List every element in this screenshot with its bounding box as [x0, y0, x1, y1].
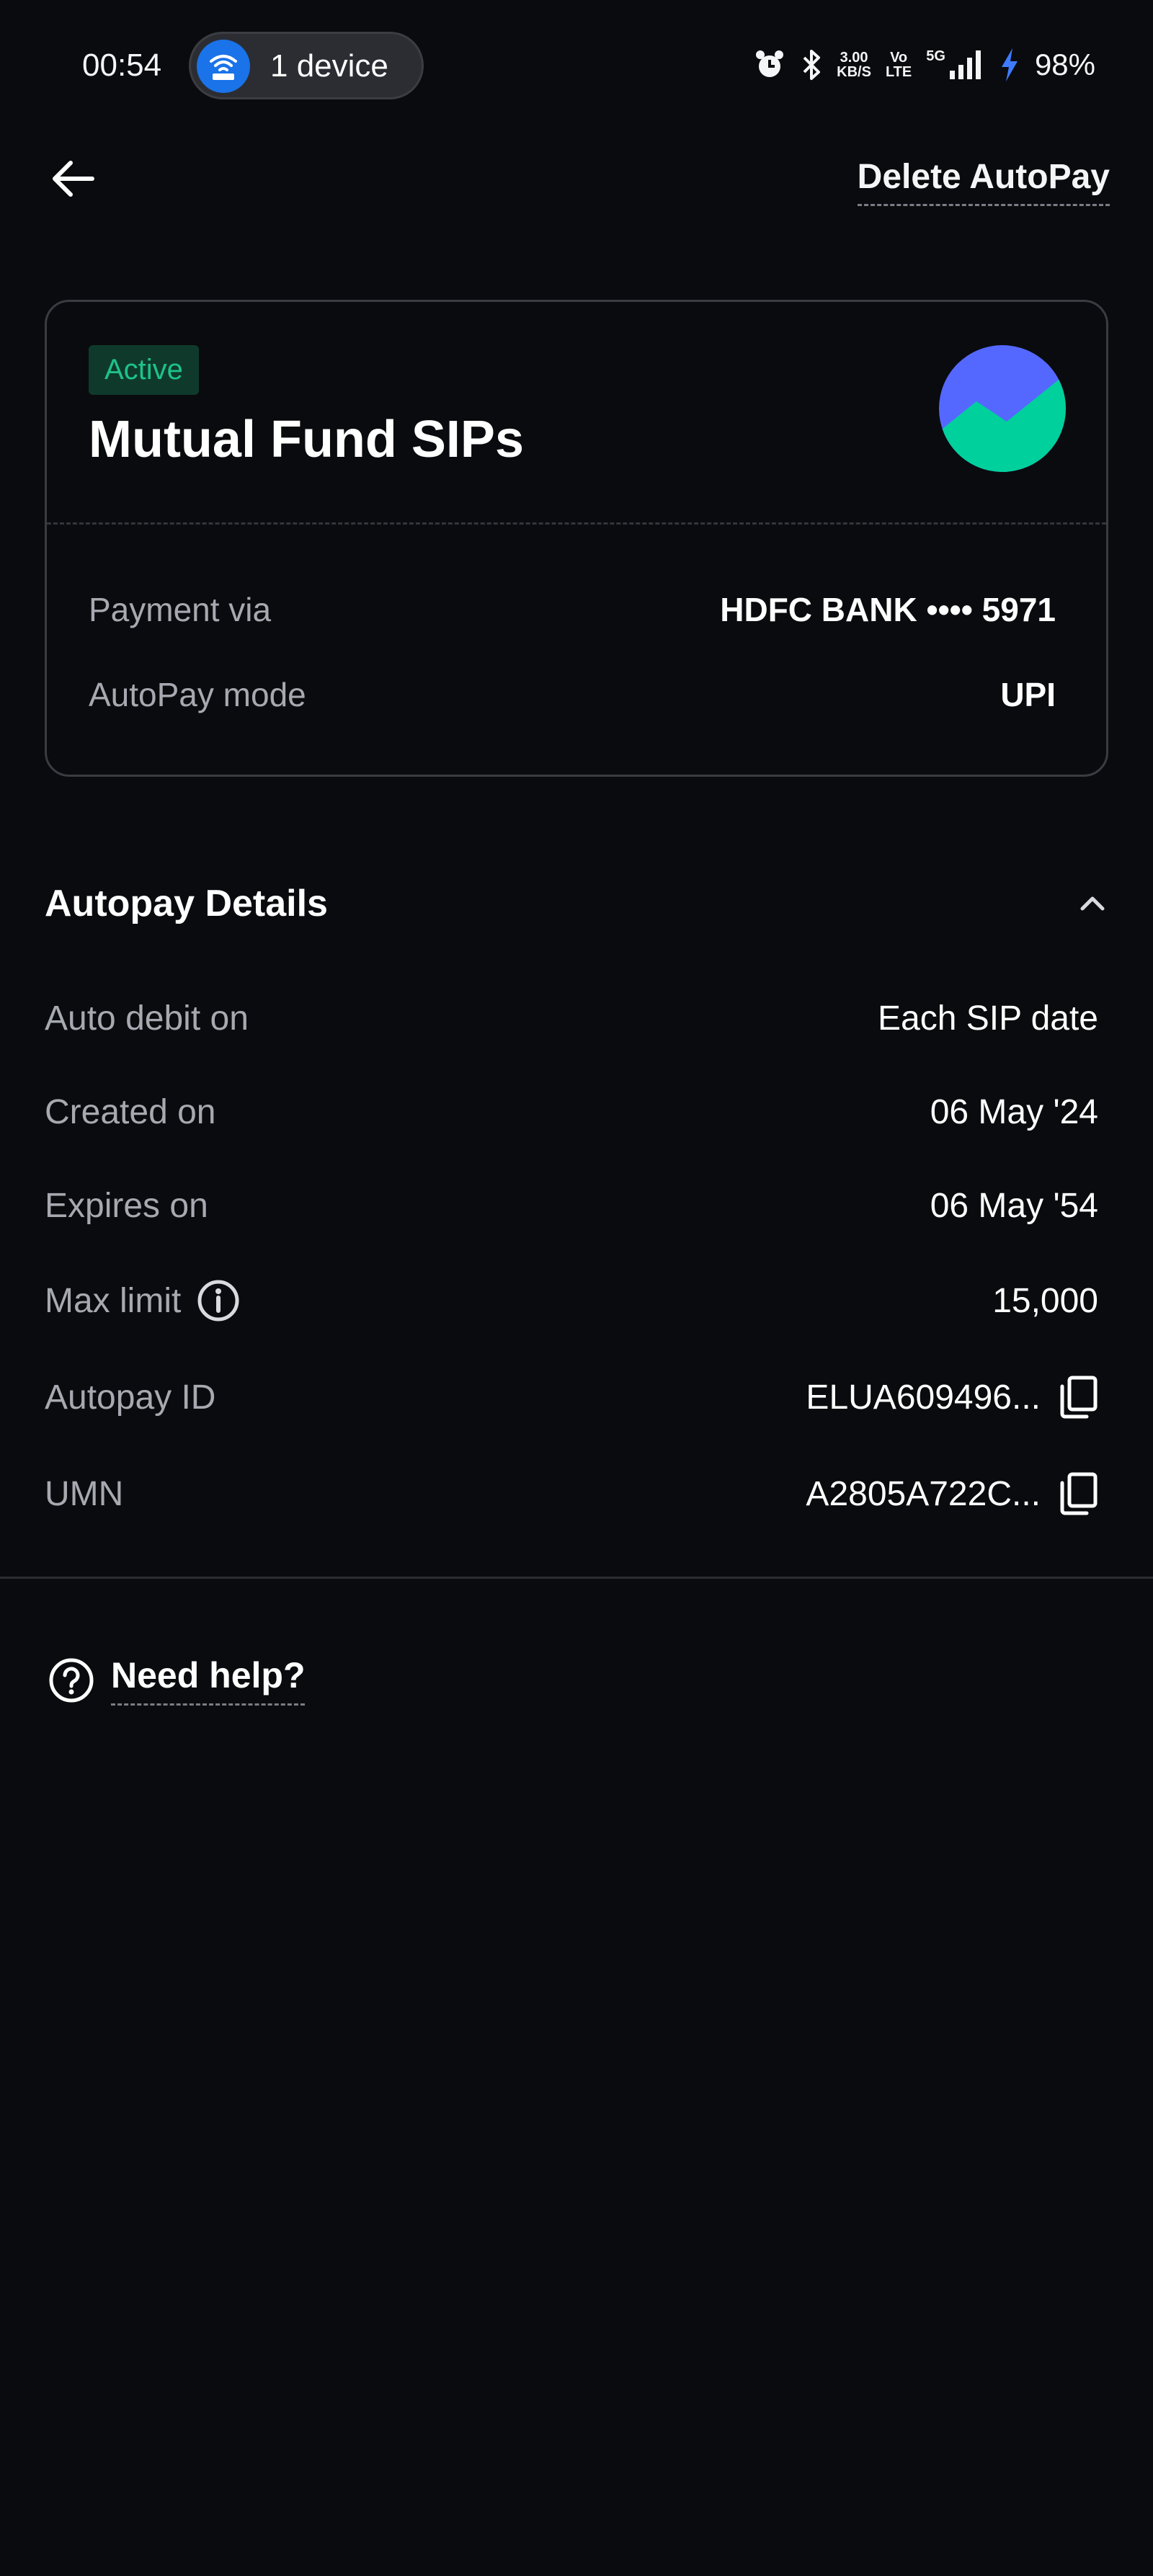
chevron-up-icon — [1080, 896, 1105, 911]
max-limit-value: 15,000 — [992, 1281, 1098, 1320]
battery-level: 98% — [1034, 48, 1095, 81]
autopay-mode-row: AutoPay mode UPI — [89, 675, 1056, 714]
info-icon[interactable] — [195, 1278, 241, 1324]
net-speed: 3.00 KB/S — [837, 50, 871, 79]
groww-logo-icon — [939, 345, 1066, 472]
autopay-details-toggle[interactable]: Autopay Details — [45, 882, 1108, 925]
autopay-details-title: Autopay Details — [45, 883, 328, 924]
auto-debit-value: Each SIP date — [878, 999, 1098, 1038]
charging-icon — [1001, 48, 1018, 81]
autopay-mode-value: UPI — [1000, 676, 1056, 713]
volte-bottom: LTE — [885, 64, 912, 80]
payment-via-value: HDFC BANK •••• 5971 — [720, 591, 1056, 628]
hotspot-icon — [197, 40, 250, 93]
copy-icon[interactable] — [1058, 1471, 1098, 1516]
umn-row: UMN A2805A722C... — [45, 1469, 1098, 1519]
need-help-link[interactable]: Need help? — [48, 1654, 306, 1706]
umn-value-group: A2805A722C... — [806, 1471, 1098, 1516]
created-on-label: Created on — [45, 1092, 216, 1131]
network-type: 5G — [926, 48, 945, 64]
expires-on-row: Expires on 06 May '54 — [45, 1180, 1098, 1231]
expires-on-label: Expires on — [45, 1186, 208, 1225]
signal-icon: 5G — [926, 49, 984, 81]
autopay-id-label: Autopay ID — [45, 1378, 216, 1417]
section-divider — [0, 1577, 1153, 1579]
volte-top: Vo — [890, 50, 908, 66]
need-help-label: Need help? — [111, 1654, 306, 1706]
status-badge: Active — [89, 345, 199, 395]
payment-via-row: Payment via HDFC BANK •••• 5971 — [89, 590, 1056, 629]
autopay-id-value: ELUA609496... — [806, 1378, 1041, 1417]
bluetooth-icon — [803, 50, 821, 80]
status-icons: 3.00 KB/S Vo LTE 5G 98% — [753, 43, 1095, 86]
alarm-icon — [756, 50, 784, 77]
arrow-left-icon — [53, 161, 94, 197]
expires-on-value: 06 May '54 — [930, 1186, 1098, 1225]
hotspot-label: 1 device — [270, 48, 388, 84]
autopay-mode-label: AutoPay mode — [89, 676, 306, 713]
status-bar: 00:54 1 device 3.00 KB/S Vo LTE 5G 98% — [0, 0, 1153, 133]
max-limit-label-group: Max limit — [45, 1278, 241, 1324]
max-limit-row: Max limit 15,000 — [45, 1275, 1098, 1326]
umn-value: A2805A722C... — [806, 1474, 1041, 1513]
status-time: 00:54 — [82, 48, 162, 83]
hotspot-pill[interactable]: 1 device — [189, 32, 424, 99]
autopay-id-value-group: ELUA609496... — [806, 1375, 1098, 1420]
card-divider — [47, 522, 1106, 525]
delete-autopay-button[interactable]: Delete AutoPay — [857, 157, 1110, 206]
autopay-card: Active Mutual Fund SIPs Payment via HDFC… — [45, 300, 1108, 777]
net-speed-unit: KB/S — [837, 64, 871, 80]
created-on-row: Created on 06 May '24 — [45, 1087, 1098, 1137]
volte-indicator: Vo LTE — [886, 50, 912, 79]
auto-debit-label: Auto debit on — [45, 999, 249, 1038]
created-on-value: 06 May '24 — [930, 1092, 1098, 1131]
copy-icon[interactable] — [1058, 1375, 1098, 1420]
auto-debit-row: Auto debit on Each SIP date — [45, 993, 1098, 1043]
max-limit-label: Max limit — [45, 1281, 182, 1320]
back-button[interactable] — [48, 153, 99, 205]
payment-via-label: Payment via — [89, 591, 272, 628]
help-circle-icon — [49, 1658, 94, 1702]
umn-label: UMN — [45, 1474, 124, 1513]
card-title: Mutual Fund SIPs — [89, 411, 524, 468]
net-speed-value: 3.00 — [840, 50, 868, 66]
autopay-id-row: Autopay ID ELUA609496... — [45, 1372, 1098, 1422]
